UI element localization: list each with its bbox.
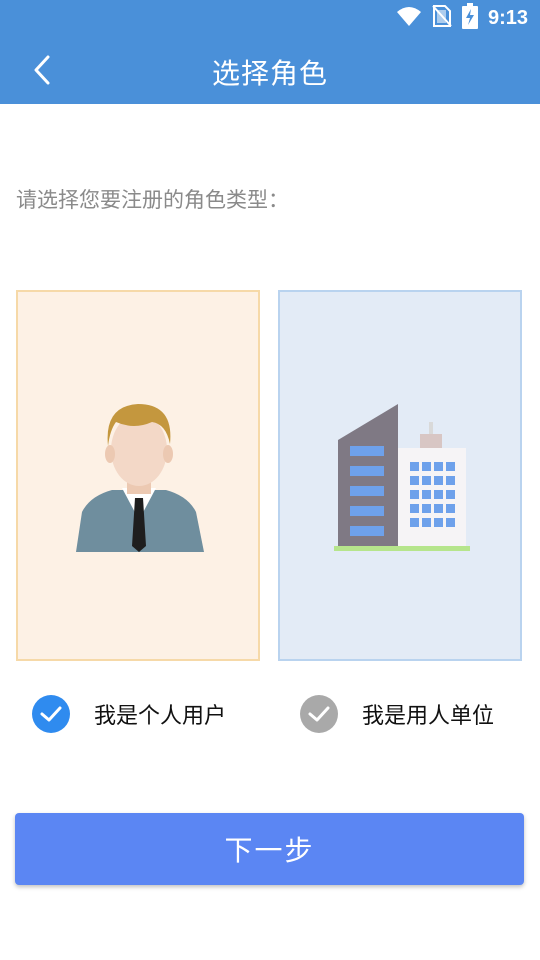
status-icons: 9:13 [396, 3, 528, 33]
individual-role-card[interactable] [16, 290, 260, 661]
no-sim-icon [432, 4, 452, 32]
status-time: 9:13 [487, 6, 528, 29]
wifi-icon [396, 5, 422, 31]
individual-user-label: 我是个人用户 [94, 704, 227, 729]
next-step-button[interactable]: 下一步 [15, 813, 524, 885]
employer-option[interactable]: 我是用人单位 [300, 692, 494, 736]
app-bar: 9:13 选择角色 [0, 0, 540, 104]
page-title: 选择角色 [211, 57, 328, 90]
individual-user-option[interactable]: 我是个人用户 [32, 692, 226, 736]
toolbar: 选择角色 [0, 36, 540, 104]
employer-role-card[interactable] [278, 290, 522, 661]
role-prompt: 请选择您要注册的角色类型： [16, 188, 289, 212]
status-bar: 9:13 [0, 0, 540, 36]
battery-charging-icon [461, 3, 478, 33]
employer-label: 我是用人单位 [362, 704, 495, 729]
unchecked-circle-icon[interactable] [300, 695, 338, 733]
checked-circle-icon[interactable] [32, 695, 70, 733]
building-icon [334, 404, 470, 551]
person-icon [76, 404, 204, 552]
